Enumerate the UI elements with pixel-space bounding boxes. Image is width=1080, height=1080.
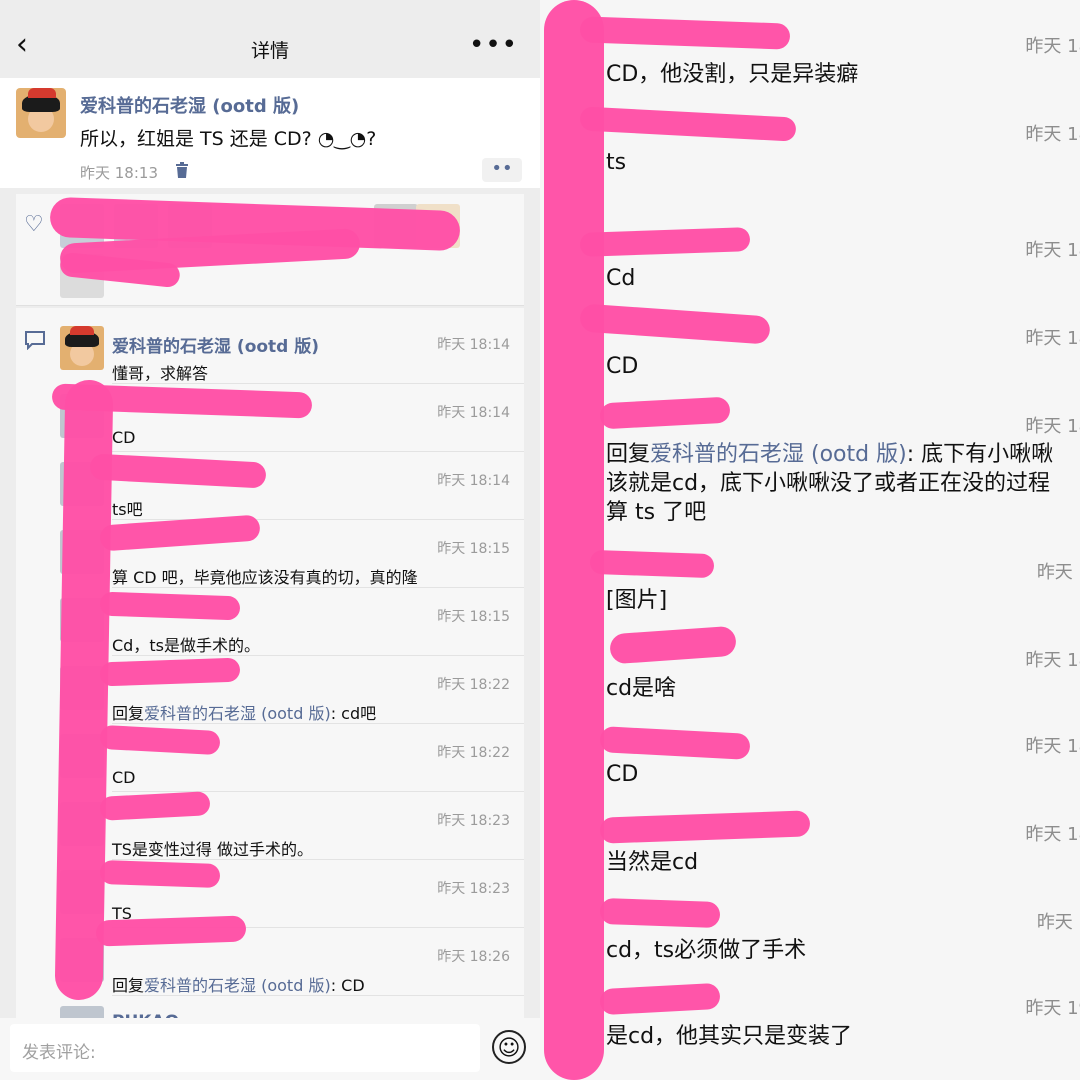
- reply-target[interactable]: 爱科普的石老湿 (ootd 版): [650, 442, 907, 467]
- reply-body: CD: [341, 976, 365, 995]
- comment-time: 昨天 18: [1025, 36, 1080, 57]
- reply-prefix: 回复: [112, 704, 145, 723]
- redaction-scribble: [589, 549, 715, 579]
- avatar[interactable]: [60, 326, 104, 370]
- reply-prefix: 回复: [606, 442, 651, 467]
- redaction-scribble: [599, 897, 721, 929]
- comment-text: cd，ts必须做了手术: [606, 938, 807, 963]
- comment-text: 回复爱科普的石老湿 (ootd 版): cd吧: [112, 700, 376, 724]
- comment-time: 昨天 18:22: [437, 677, 510, 693]
- comment-text: 算 CD 吧，毕竟他应该没有真的切，真的隆: [112, 568, 418, 587]
- comment-text: TS是变性过得 做过手术的。: [112, 840, 314, 859]
- comment-time: 昨天 18:26: [437, 949, 510, 965]
- avatar[interactable]: [16, 88, 66, 138]
- detail-screen: ‹ 详情 ••• 爱科普的石老湿 (ootd 版) 所以，红姐是 TS 还是 C…: [0, 0, 540, 1080]
- trash-icon[interactable]: [175, 162, 189, 182]
- reply-colon: :: [330, 704, 342, 723]
- comment-text: CD: [112, 428, 136, 447]
- comment-time: 昨天 1: [1036, 912, 1080, 933]
- comment-time: 昨天 18:15: [437, 541, 510, 557]
- comment-input-bar: 发表评论: ☺: [0, 1018, 540, 1080]
- reply-colon: :: [906, 442, 922, 467]
- post-more-button[interactable]: ••: [482, 158, 522, 182]
- emoji-icon[interactable]: ☺: [492, 1030, 526, 1064]
- comment-text: 是cd，他其实只是变装了: [606, 1024, 853, 1049]
- comment-text: 回复爱科普的石老湿 (ootd 版): CD: [112, 972, 365, 996]
- comment-time: 昨天 18: [1025, 328, 1080, 349]
- comment-time: 昨天 18: [1025, 824, 1080, 845]
- redaction-scribble: [95, 915, 247, 947]
- comment-time: 昨天 18: [1025, 650, 1080, 671]
- comment-input-placeholder: 发表评论:: [22, 1043, 96, 1063]
- comment-icon: [24, 330, 46, 355]
- more-options-icon[interactable]: •••: [469, 30, 518, 60]
- comment-text: Cd: [606, 266, 636, 291]
- comment-item[interactable]: 爱科普的石老湿 (ootd 版) 昨天 18:14 懂哥，求解答: [60, 316, 524, 384]
- comment-time: 昨天 18:15: [437, 609, 510, 625]
- comment-time: 昨天 18:14: [437, 473, 510, 489]
- reply-body: cd吧: [341, 704, 377, 723]
- redaction-scribble: [99, 859, 221, 889]
- reply-colon: :: [330, 976, 342, 995]
- comment-time: 昨天 18: [1025, 240, 1080, 261]
- comment-time: 昨天 18:22: [437, 745, 510, 761]
- comment-time: 昨天 18:14: [437, 405, 510, 421]
- redaction-scribble: [99, 657, 241, 687]
- comment-text: ts: [606, 150, 627, 175]
- comment-text: 懂哥，求解答: [112, 364, 209, 383]
- nav-bar: ‹ 详情 •••: [0, 0, 540, 78]
- comment-text: CD: [112, 768, 136, 787]
- moment-post: 爱科普的石老湿 (ootd 版) 所以，红姐是 TS 还是 CD? ◔‿◔? 昨…: [0, 78, 540, 188]
- reply-target[interactable]: 爱科普的石老湿 (ootd 版): [144, 976, 331, 995]
- comment-text: 当然是cd: [606, 850, 699, 875]
- comment-text: CD: [606, 762, 639, 787]
- comment-text: [图片]: [606, 588, 668, 613]
- comment-text: cd是啥: [606, 676, 677, 701]
- comment-text: CD，他没割，只是异装癖: [606, 62, 859, 87]
- comment-time: 昨天 18:23: [437, 813, 510, 829]
- comment-time: 昨天 19: [1025, 998, 1080, 1019]
- post-time: 昨天 18:13: [80, 164, 158, 182]
- reply-prefix: 回复: [112, 976, 145, 995]
- page-title: 详情: [250, 40, 289, 62]
- comment-time: 昨天 18: [1025, 124, 1080, 145]
- comment-input[interactable]: 发表评论:: [10, 1024, 480, 1072]
- redaction-scribble: [99, 591, 241, 621]
- comment-time: 昨天 18:14: [437, 337, 510, 353]
- redaction-scribble: [544, 0, 604, 1080]
- comment-text: 回复爱科普的石老湿 (ootd 版): 底下有小啾啾 该就是cd，底下小啾啾没了…: [606, 440, 1080, 527]
- comment-text: Cd，ts是做手术的。: [112, 636, 260, 655]
- post-text: 所以，红姐是 TS 还是 CD? ◔‿◔?: [80, 128, 377, 150]
- post-author[interactable]: 爱科普的石老湿 (ootd 版): [80, 92, 299, 118]
- comment-time: 昨天 18:23: [437, 881, 510, 897]
- comment-text: ts吧: [112, 500, 143, 519]
- comment-time: 昨天 18: [1025, 736, 1080, 757]
- comment-author[interactable]: 爱科普的石老湿 (ootd 版): [112, 332, 319, 357]
- heart-icon: ♡: [24, 212, 44, 237]
- comment-text: CD: [606, 354, 639, 379]
- comment-time: 昨天 18: [1025, 416, 1080, 437]
- comment-list-zoomed: 昨天 18CD，他没割，只是异装癖昨天 18ts昨天 18Cd昨天 18CD昨天…: [540, 0, 1080, 1080]
- reply-target[interactable]: 爱科普的石老湿 (ootd 版): [144, 704, 331, 723]
- comment-time: 昨天 1: [1036, 562, 1080, 583]
